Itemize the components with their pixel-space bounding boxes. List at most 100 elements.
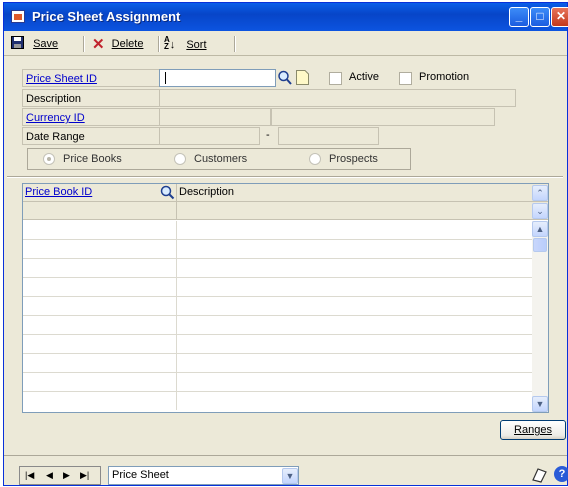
last-record-icon[interactable]: ▶|: [80, 467, 89, 484]
previous-record-icon[interactable]: ◀: [46, 467, 53, 484]
price-book-id-column-header[interactable]: Price Book ID: [25, 186, 92, 198]
help-button[interactable]: ?: [554, 466, 568, 484]
grid-edit-row[interactable]: ⌄: [23, 202, 548, 220]
note-button[interactable]: [530, 466, 548, 484]
description-label: Description: [22, 89, 159, 107]
browse-by-value: Price Sheet: [112, 469, 169, 481]
toolbar-separator: [234, 36, 236, 52]
description-field: [159, 89, 516, 107]
price-books-radio[interactable]: [43, 153, 55, 165]
price-book-id-cell[interactable]: [23, 354, 177, 372]
double-chevron-down-icon: ⌄: [536, 206, 544, 216]
save-button[interactable]: Save: [11, 36, 58, 52]
scroll-thumb[interactable]: [533, 238, 547, 252]
price-sheet-id-input[interactable]: [159, 69, 276, 87]
note-icon: [532, 468, 547, 483]
price-book-id-cell[interactable]: [23, 335, 177, 353]
currency-id-link[interactable]: Currency ID: [22, 108, 159, 126]
price-books-grid: Price Book ID Description ⌃ ⌄ ▲ ▼: [22, 183, 549, 413]
date-range-end-field: [278, 127, 379, 145]
chevron-up-icon: ▲: [535, 224, 545, 234]
section-divider: [7, 176, 563, 178]
date-range-separator: -: [266, 129, 270, 141]
table-row[interactable]: [23, 259, 548, 278]
record-navigator: |◀ ◀ ▶ ▶|: [19, 466, 101, 485]
promotion-checkbox[interactable]: [399, 72, 412, 85]
lookup-button[interactable]: [277, 69, 293, 86]
grid-lookup-icon[interactable]: [160, 185, 175, 200]
scroll-up-button[interactable]: ▲: [532, 221, 548, 237]
sort-button[interactable]: A Z↓ Sort: [164, 36, 207, 52]
scroll-down-button[interactable]: ▼: [532, 396, 548, 412]
browse-by-select[interactable]: Price Sheet ▼: [108, 466, 299, 485]
window-icon: [11, 10, 25, 23]
magnifier-icon: [278, 70, 292, 85]
toolbar-separator: [158, 36, 160, 52]
date-range-label: Date Range: [22, 127, 159, 145]
date-range-start-field: [159, 127, 260, 145]
chevron-down-icon: ▼: [285, 471, 295, 481]
cursor-caret: [165, 72, 166, 84]
prospects-radio[interactable]: [309, 153, 321, 165]
maximize-button[interactable]: □: [530, 7, 550, 27]
table-row[interactable]: [23, 316, 548, 335]
minimize-button[interactable]: _: [509, 7, 529, 27]
help-icon: ?: [554, 466, 568, 482]
save-label: Save: [33, 38, 59, 50]
table-row[interactable]: [23, 297, 548, 316]
save-icon: [11, 36, 24, 49]
double-chevron-up-icon: ⌃: [536, 188, 544, 198]
table-row[interactable]: [23, 278, 548, 297]
new-note-button[interactable]: [295, 69, 310, 86]
window-title: Price Sheet Assignment: [32, 9, 181, 24]
prospects-label: Prospects: [329, 153, 378, 165]
price-books-label: Price Books: [63, 153, 122, 165]
price-book-id-cell[interactable]: [23, 278, 177, 296]
promotion-label: Promotion: [419, 71, 470, 83]
title-bar: Price Sheet Assignment _ □ ✕: [4, 3, 568, 31]
ranges-label: Ranges: [514, 424, 552, 436]
price-sheet-id-link[interactable]: Price Sheet ID: [22, 69, 159, 87]
table-row[interactable]: [23, 373, 548, 392]
collapse-button[interactable]: ⌄: [532, 203, 548, 219]
next-record-icon[interactable]: ▶: [63, 467, 70, 484]
delete-label: Delete: [111, 38, 144, 50]
expand-button[interactable]: ⌃: [532, 185, 548, 201]
dropdown-button[interactable]: ▼: [282, 468, 298, 484]
table-row[interactable]: [23, 354, 548, 373]
delete-icon: ✕: [92, 36, 105, 53]
sort-arrow-icon: ↓: [169, 39, 176, 51]
column-divider: [176, 202, 177, 220]
active-checkbox[interactable]: [329, 72, 342, 85]
grid-header: Price Book ID Description ⌃: [23, 184, 548, 202]
customers-radio[interactable]: [174, 153, 186, 165]
chevron-down-icon: ▼: [535, 399, 545, 409]
table-row[interactable]: [23, 392, 548, 411]
price-book-id-cell[interactable]: [23, 221, 177, 239]
description-column-header: Description: [179, 186, 235, 198]
delete-button[interactable]: ✕ Delete: [92, 36, 144, 53]
toolbar: Save ✕ Delete A Z↓ Sort: [4, 32, 567, 56]
vertical-scrollbar[interactable]: ▲ ▼: [532, 221, 548, 412]
table-row[interactable]: [23, 335, 548, 354]
toolbar-separator: [83, 36, 85, 52]
ranges-button[interactable]: Ranges: [500, 420, 566, 440]
price-book-id-cell[interactable]: [23, 316, 177, 334]
first-record-icon[interactable]: |◀: [25, 467, 34, 484]
price-book-id-cell[interactable]: [23, 240, 177, 258]
table-row[interactable]: [23, 221, 548, 240]
status-bar: |◀ ◀ ▶ ▶| Price Sheet ▼ ?: [4, 455, 568, 487]
price-book-id-cell[interactable]: [23, 297, 177, 315]
active-label: Active: [349, 71, 379, 83]
table-row[interactable]: [23, 240, 548, 259]
price-book-id-cell[interactable]: [23, 392, 177, 410]
currency-description-field: [271, 108, 495, 126]
close-button[interactable]: ✕: [551, 7, 568, 27]
sort-label: Sort: [186, 39, 207, 51]
customers-label: Customers: [194, 153, 248, 165]
assign-to-group: Price Books Customers Prospects: [27, 148, 411, 170]
price-sheet-assignment-window: Price Sheet Assignment _ □ ✕ Save ✕ Dele…: [3, 2, 568, 486]
note-icon: [296, 70, 309, 85]
price-book-id-cell[interactable]: [23, 373, 177, 391]
price-book-id-cell[interactable]: [23, 259, 177, 277]
